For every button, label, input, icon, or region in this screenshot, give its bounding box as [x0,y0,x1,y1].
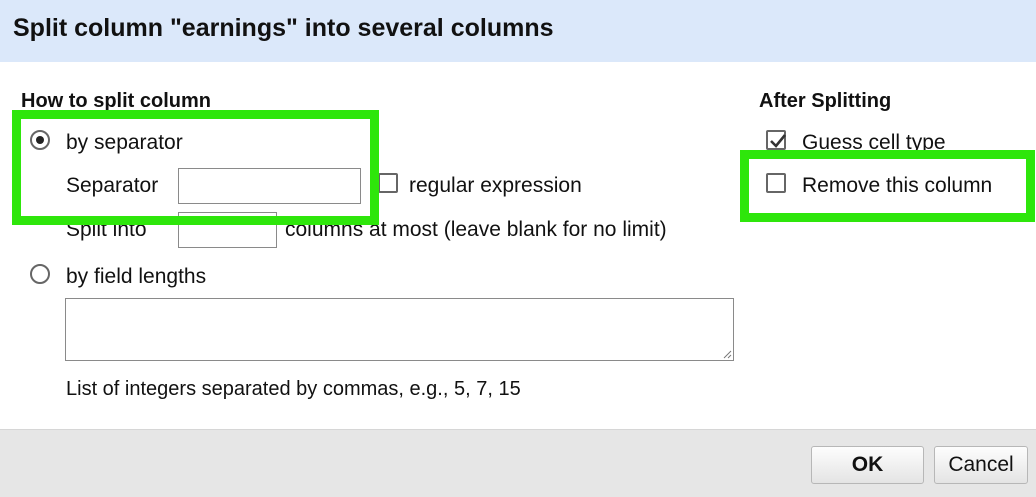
split-into-label: Split into [66,218,147,241]
radio-selected-dot [36,136,44,144]
guess-cell-type-label: Guess cell type [802,131,946,154]
resize-grip-icon[interactable] [722,349,732,359]
dialog-title: Split column "earnings" into several col… [13,14,554,42]
by-separator-label: by separator [66,131,183,154]
by-field-lengths-radio[interactable] [30,264,50,284]
ok-button[interactable]: OK [811,446,924,484]
by-field-lengths-label: by field lengths [66,265,207,288]
split-into-input[interactable] [178,212,277,248]
remove-column-label: Remove this column [802,174,993,197]
regular-expression-label: regular expression [409,174,582,197]
dialog-footer: OK Cancel [0,429,1036,497]
dialog-title-bar: Split column "earnings" into several col… [0,0,1036,62]
guess-cell-type-checkbox[interactable] [766,130,787,150]
cancel-button[interactable]: Cancel [934,446,1028,484]
by-separator-radio[interactable] [30,130,50,150]
field-lengths-textarea[interactable] [65,298,734,361]
separator-input[interactable] [178,168,361,204]
after-splitting-heading: After Splitting [759,90,892,112]
how-to-split-heading: How to split column [21,90,211,112]
split-into-suffix: columns at most (leave blank for no limi… [285,218,667,241]
remove-column-checkbox[interactable] [766,173,786,193]
regular-expression-checkbox[interactable] [378,173,398,193]
field-lengths-hint: List of integers separated by commas, e.… [66,378,521,400]
checkmark-icon [770,134,787,148]
separator-label: Separator [66,174,159,197]
